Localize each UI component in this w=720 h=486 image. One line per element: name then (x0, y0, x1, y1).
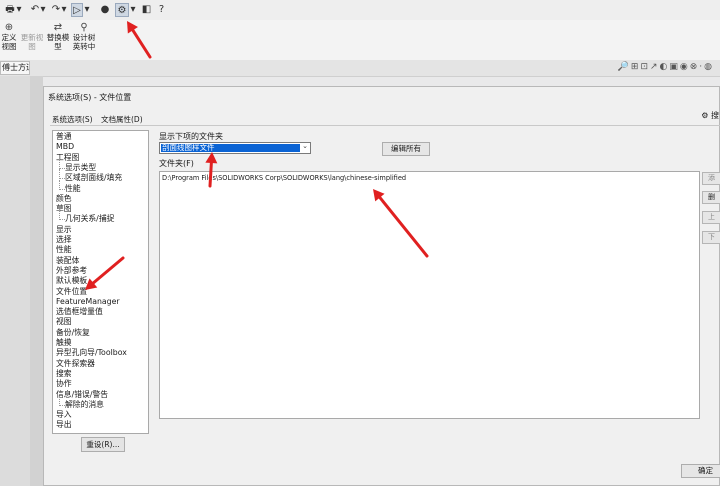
arrow-group (85, 21, 429, 290)
arrow-to-folder-path-shaft (378, 196, 429, 258)
annotation-arrows (85, 21, 429, 290)
arrow-to-folder-type-select-head (205, 152, 218, 164)
arrow-to-folder-type-select-shaft (208, 161, 213, 188)
arrow-to-file-locations-shaft (91, 256, 125, 285)
arrow-to-options-gear-shaft (131, 28, 152, 59)
